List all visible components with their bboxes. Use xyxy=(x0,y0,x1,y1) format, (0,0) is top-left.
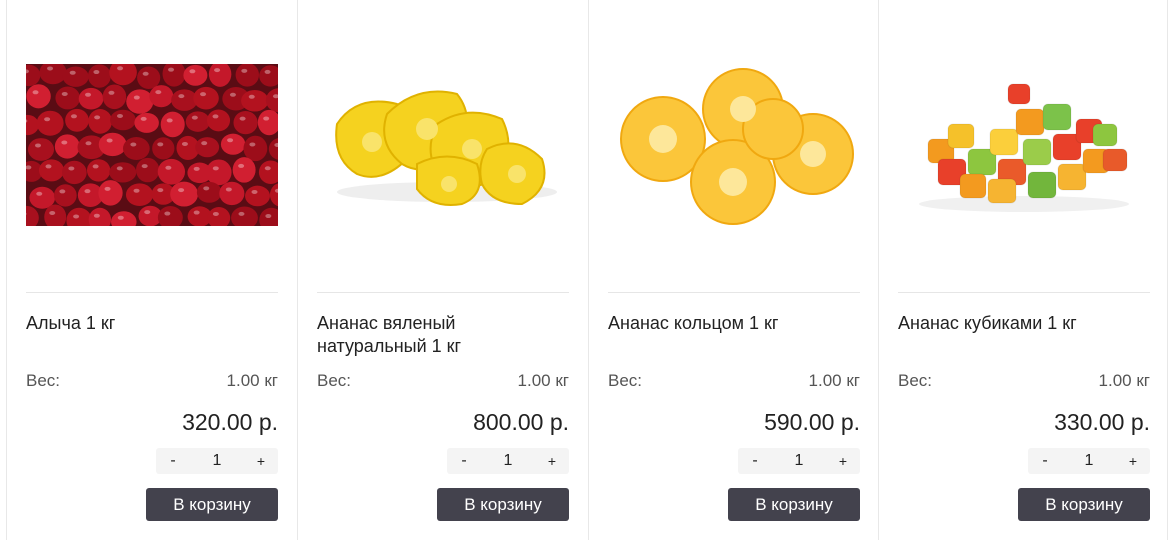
product-title[interactable]: Ананас кольцом 1 кг xyxy=(608,312,860,335)
decrease-button[interactable]: - xyxy=(1028,452,1062,470)
product-card: Ананас кольцом 1 кг Вес: 1.00 кг 590.00 … xyxy=(588,0,878,540)
add-to-cart-button[interactable]: В корзину xyxy=(146,488,278,521)
increase-button[interactable]: + xyxy=(1116,453,1150,469)
product-title[interactable]: Ананас вяленый натуральный 1 кг xyxy=(317,312,569,358)
weight-label: Вес: xyxy=(608,371,643,390)
divider xyxy=(898,292,1150,293)
weight-value: 1.00 кг xyxy=(808,371,860,390)
add-to-cart-button[interactable]: В корзину xyxy=(437,488,569,521)
weight-label: Вес: xyxy=(26,371,61,390)
product-title[interactable]: Ананас кубиками 1 кг xyxy=(898,312,1150,335)
weight-label: Вес: xyxy=(317,371,352,390)
price: 320.00 р. xyxy=(182,409,278,435)
price: 800.00 р. xyxy=(473,409,569,435)
product-card: Ананас вяленый натуральный 1 кг Вес: 1.0… xyxy=(297,0,588,540)
price: 330.00 р. xyxy=(1054,409,1150,435)
add-to-cart-button[interactable]: В корзину xyxy=(728,488,860,521)
product-title[interactable]: Алыча 1 кг xyxy=(26,312,278,335)
quantity-stepper: - + xyxy=(738,448,860,474)
pineapple-cubes-image[interactable] xyxy=(898,64,1150,226)
weight-value: 1.00 кг xyxy=(517,371,569,390)
dried-pineapple-natural-image[interactable] xyxy=(317,64,569,226)
increase-button[interactable]: + xyxy=(826,453,860,469)
add-to-cart-button[interactable]: В корзину xyxy=(1018,488,1150,521)
pineapple-rings-image[interactable] xyxy=(608,64,860,226)
quantity-input[interactable] xyxy=(483,452,533,470)
quantity-stepper: - + xyxy=(1028,448,1150,474)
divider xyxy=(26,292,278,293)
divider xyxy=(317,292,569,293)
quantity-input[interactable] xyxy=(1064,452,1114,470)
decrease-button[interactable]: - xyxy=(447,452,481,470)
weight-value: 1.00 кг xyxy=(1098,371,1150,390)
weight-value: 1.00 кг xyxy=(226,371,278,390)
quantity-stepper: - + xyxy=(447,448,569,474)
product-card: Ананас кубиками 1 кг Вес: 1.00 кг 330.00… xyxy=(878,0,1168,540)
product-card: Алыча 1 кг Вес: 1.00 кг 320.00 р. - + В … xyxy=(6,0,297,540)
divider xyxy=(608,292,860,293)
weight-label: Вес: xyxy=(898,371,933,390)
quantity-input[interactable] xyxy=(774,452,824,470)
decrease-button[interactable]: - xyxy=(156,452,190,470)
dried-cherry-plum-image[interactable] xyxy=(26,64,278,226)
quantity-stepper: - + xyxy=(156,448,278,474)
increase-button[interactable]: + xyxy=(535,453,569,469)
price: 590.00 р. xyxy=(764,409,860,435)
quantity-input[interactable] xyxy=(192,452,242,470)
product-grid: Алыча 1 кг Вес: 1.00 кг 320.00 р. - + В … xyxy=(0,0,1174,540)
increase-button[interactable]: + xyxy=(244,453,278,469)
decrease-button[interactable]: - xyxy=(738,452,772,470)
